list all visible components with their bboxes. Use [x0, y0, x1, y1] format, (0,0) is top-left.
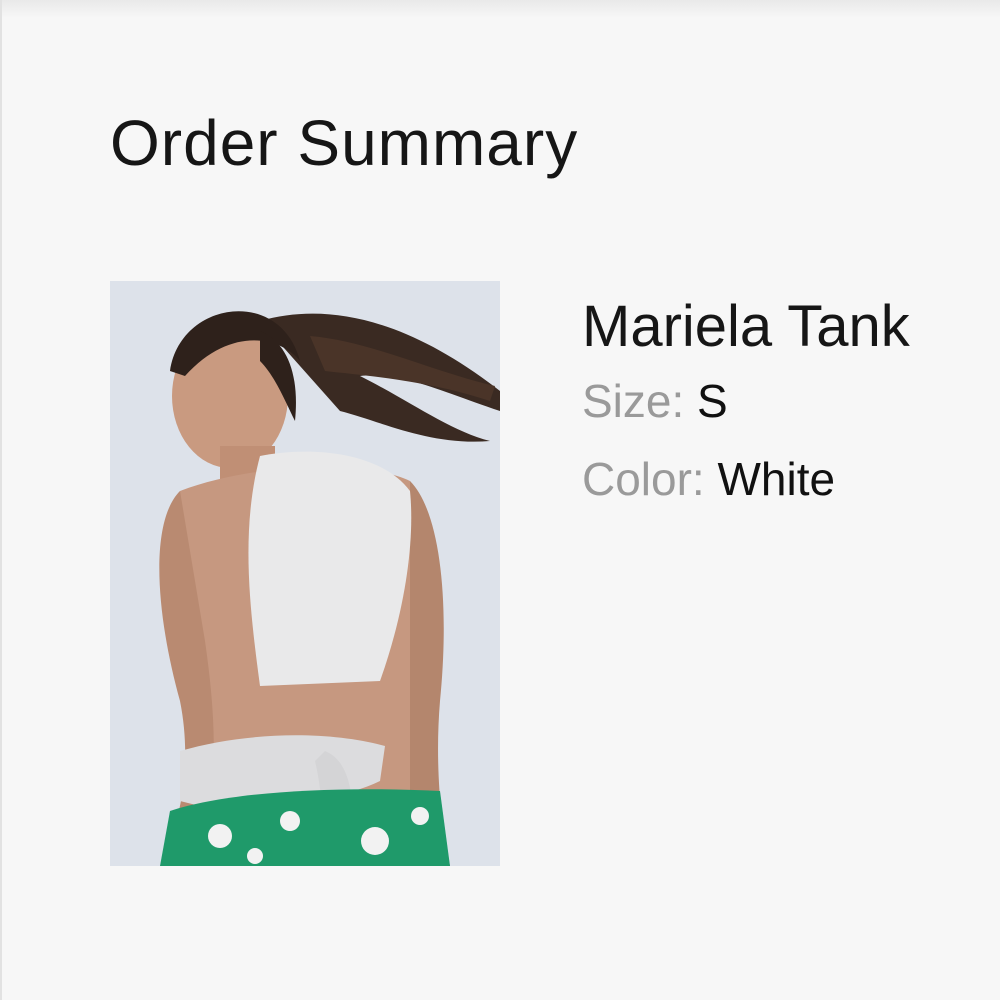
color-label: Color:	[582, 453, 705, 505]
top-shadow	[2, 0, 1000, 18]
product-image	[110, 281, 500, 866]
order-summary-panel: Order Summary Mariela Tank Size: S Color…	[0, 0, 1000, 1000]
color-row: Color: White	[582, 440, 910, 518]
order-summary-title: Order Summary	[110, 107, 579, 179]
item-details: Mariela Tank Size: S Color: White	[582, 292, 910, 518]
product-name: Mariela Tank	[582, 294, 910, 359]
size-value: S	[697, 375, 728, 427]
product-photo-illustration	[110, 281, 500, 866]
color-value: White	[717, 453, 836, 505]
size-label: Size:	[582, 375, 685, 427]
size-row: Size: S	[582, 362, 910, 440]
